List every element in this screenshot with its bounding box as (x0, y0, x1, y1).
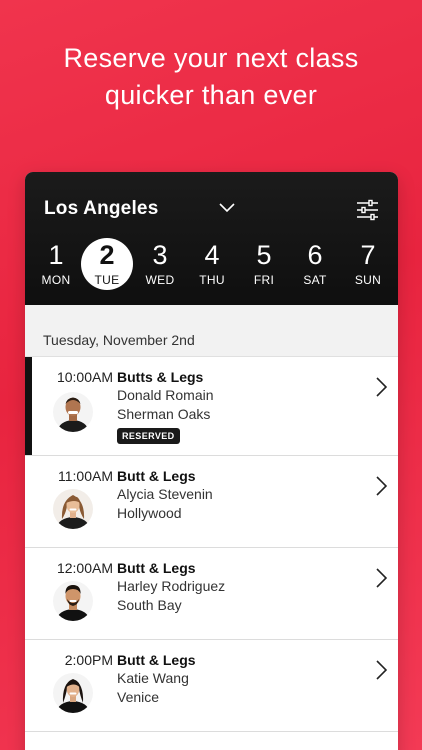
class-time: 10:00AM (56, 369, 113, 385)
day-selector: 1 MON 2 TUE 3 WED 4 THU 5 FRI 6 SAT 7 SU… (25, 238, 398, 295)
instructor-avatar (53, 489, 93, 529)
class-time: 12:00AM (56, 560, 113, 576)
schedule-header: Los Angeles 1 MON 2 TUE 3 WED 4 THU 5 FR… (25, 172, 398, 305)
headline-line-2: quicker than ever (104, 80, 318, 110)
class-info: Butt & Legs Katie Wang Venice (117, 651, 196, 707)
chevron-right-icon (376, 568, 387, 588)
day-name: WED (145, 273, 175, 287)
class-name: Butts & Legs (117, 369, 204, 385)
day-number: 2 (99, 240, 115, 270)
class-name: Butt & Legs (117, 560, 196, 576)
chevron-down-icon[interactable] (219, 201, 235, 213)
class-name: Butt & Legs (117, 652, 196, 668)
class-location: Hollywood (117, 505, 182, 521)
class-info: Butts & Legs Donald Romain Sherman Oaks … (117, 368, 214, 444)
class-row[interactable]: 10:00AM Butts & Legs Donald Romain Sherm… (25, 357, 398, 456)
instructor-name: Donald Romain (117, 387, 214, 403)
day-name: SAT (303, 273, 327, 287)
schedule-card: Los Angeles 1 MON 2 TUE 3 WED 4 THU 5 FR… (25, 172, 398, 750)
chevron-right-icon (376, 476, 387, 496)
day-mon[interactable]: 1 MON (29, 239, 83, 295)
class-info: Butt & Legs Alycia Stevenin Hollywood (117, 467, 213, 523)
chevron-right-icon (376, 377, 387, 397)
day-name: MON (41, 273, 71, 287)
day-number: 4 (204, 240, 220, 270)
class-row[interactable]: 12:00AM Butt & Legs Harley Rodriguez Sou… (25, 548, 398, 640)
instructor-name: Katie Wang (117, 670, 189, 686)
class-row[interactable]: 2:00PM Butt & Legs Katie Wang Venice (25, 640, 398, 732)
class-location: Sherman Oaks (117, 406, 211, 422)
city-selector[interactable]: Los Angeles (44, 198, 158, 220)
date-heading: Tuesday, November 2nd (25, 305, 398, 357)
day-number: 5 (256, 240, 272, 270)
day-sat[interactable]: 6 SAT (288, 239, 342, 295)
instructor-avatar (53, 392, 93, 432)
class-location: South Bay (117, 597, 182, 613)
class-name: Butt & Legs (117, 468, 196, 484)
day-name: FRI (253, 273, 275, 287)
day-tue[interactable]: 2 TUE (80, 238, 134, 295)
sliders-icon[interactable] (356, 199, 379, 221)
day-fri[interactable]: 5 FRI (237, 239, 291, 295)
instructor-avatar (53, 673, 93, 713)
day-name: TUE (94, 273, 120, 287)
instructor-name: Alycia Stevenin (117, 486, 213, 502)
class-info: Butt & Legs Harley Rodriguez South Bay (117, 559, 225, 615)
headline: Reserve your next class quicker than eve… (0, 40, 422, 114)
chevron-right-icon (376, 660, 387, 680)
class-time: 11:00AM (58, 468, 113, 484)
day-number: 1 (48, 240, 64, 270)
day-wed[interactable]: 3 WED (133, 239, 187, 295)
class-time: 2:00PM (64, 652, 113, 668)
instructor-name: Harley Rodriguez (117, 578, 226, 594)
headline-line-1: Reserve your next class (63, 43, 359, 73)
day-sun[interactable]: 7 SUN (341, 239, 395, 295)
class-location: Venice (117, 689, 160, 705)
reserved-badge: RESERVED (117, 428, 180, 444)
day-thu[interactable]: 4 THU (185, 239, 239, 295)
day-number: 6 (307, 240, 323, 270)
day-name: SUN (354, 273, 382, 287)
day-number: 3 (152, 240, 168, 270)
instructor-avatar (53, 581, 93, 621)
class-row[interactable]: 11:00AM Butt & Legs Alycia Stevenin Holl… (25, 456, 398, 548)
day-number: 7 (360, 240, 376, 270)
day-name: THU (199, 273, 225, 287)
